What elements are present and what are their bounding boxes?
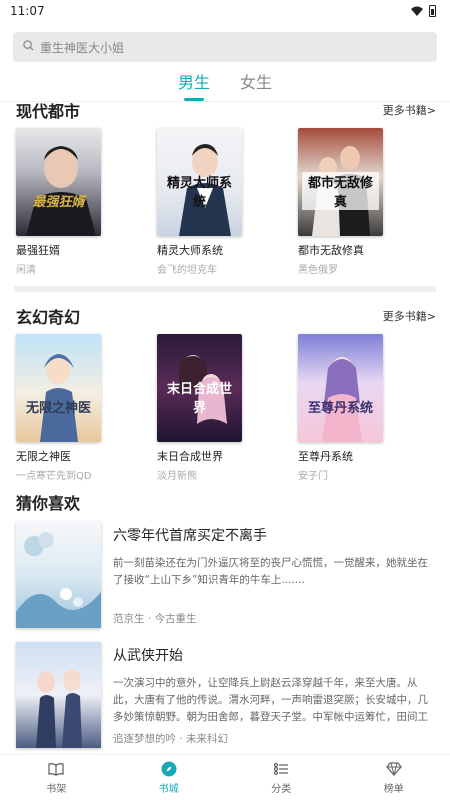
recommend-book-title: 六零年代首席买定不离手 <box>113 528 267 544</box>
diamond-icon <box>385 761 402 777</box>
nav-label: 书城 <box>158 783 179 795</box>
status-bar: 11:07 <box>0 0 450 22</box>
book-cover: 至尊丹系统 <box>298 334 383 442</box>
book-author: 黑色俄罗 <box>298 265 338 276</box>
book-card[interactable]: 都市无敌修真 都市无敌修真 黑色俄罗 <box>298 128 383 276</box>
more-books-link[interactable]: 更多书籍> <box>383 102 436 118</box>
book-cover: 最强狂婿 <box>16 128 101 236</box>
status-icons <box>411 5 436 17</box>
battery-icon <box>429 5 436 17</box>
cover-title: 最强狂婿 <box>32 195 85 210</box>
nav-bookstore[interactable]: 书城 <box>113 755 226 800</box>
book-title: 至尊丹系统 <box>298 450 353 463</box>
section-divider <box>14 286 436 292</box>
book-cover <box>16 642 101 748</box>
nav-label: 分类 <box>271 783 292 795</box>
tab-male[interactable]: 男生 <box>178 69 210 101</box>
recommend-item[interactable]: 六零年代首席买定不离手 前一刻苗染还在为门外逼仄将至的丧尸心慌慌，一觉醒来，她就… <box>0 522 450 628</box>
recommend-title: 猜你喜欢 <box>16 494 81 513</box>
tab-female[interactable]: 女生 <box>240 69 272 101</box>
nav-bookshelf[interactable]: 书架 <box>0 755 113 800</box>
book-title: 最强狂婿 <box>16 244 60 257</box>
book-title: 无限之神医 <box>16 450 71 463</box>
nav-label: 书架 <box>46 783 67 795</box>
section-title: 现代都市 <box>16 102 81 121</box>
recommend-book-desc: 一次演习中的意外，让空降兵上尉赵云泽穿越千年，来至大唐。从此，大唐有了他的传说。… <box>113 677 428 723</box>
section-title: 玄幻奇幻 <box>16 308 81 327</box>
section-fantasy: 玄幻奇幻 更多书籍> 无限之神医 无限之神医 一点寒芒先到QD 末日合成世界 末… <box>0 304 450 482</box>
wifi-icon <box>411 6 423 16</box>
book-cover: 精灵大师系统 <box>157 128 242 236</box>
gender-tabs: 男生 女生 <box>0 62 450 102</box>
cover-title: 精灵大师系统 <box>166 176 232 210</box>
section-modern-city: 现代都市 更多书籍> 最强狂婿 最强狂婿 闲清 精灵大师系统 精灵大师系统 会飞… <box>0 98 450 276</box>
book-author: 闲清 <box>16 265 36 276</box>
more-books-link[interactable]: 更多书籍> <box>383 308 436 324</box>
book-card[interactable]: 精灵大师系统 精灵大师系统 会飞的坦克车 <box>157 128 242 276</box>
book-card[interactable]: 至尊丹系统 至尊丹系统 安子门 <box>298 334 383 482</box>
cover-title: 末日合成世界 <box>166 382 232 416</box>
search-placeholder: 重生神医大小姐 <box>40 40 125 55</box>
recommend-book-desc: 前一刻苗染还在为门外逼仄将至的丧尸心慌慌，一觉醒来，她就坐在了接收“上山下乡”知… <box>113 557 428 586</box>
book-author: 安子门 <box>298 471 328 482</box>
status-time: 11:07 <box>10 4 45 18</box>
cover-title: 无限之神医 <box>25 401 91 416</box>
recommend-book-meta: 追逐梦想的吟 · 未来科幻 <box>113 733 229 745</box>
main-scroll[interactable]: 现代都市 更多书籍> 最强狂婿 最强狂婿 闲清 精灵大师系统 精灵大师系统 会飞… <box>0 98 450 754</box>
book-author: 会飞的坦克车 <box>157 265 217 276</box>
recommend-book-title: 从武侠开始 <box>113 648 183 664</box>
recommend-item[interactable]: 从武侠开始 一次演习中的意外，让空降兵上尉赵云泽穿越千年，来至大唐。从此，大唐有… <box>0 642 450 748</box>
bottom-nav: 书架 书城 分类 榜单 <box>0 754 450 800</box>
book-cover: 末日合成世界 <box>157 334 242 442</box>
nav-category[interactable]: 分类 <box>225 755 338 800</box>
nav-label: 榜单 <box>383 783 404 795</box>
book-card[interactable]: 末日合成世界 末日合成世界 淡月新熊 <box>157 334 242 482</box>
book-title: 末日合成世界 <box>157 450 223 463</box>
book-cover <box>16 522 101 628</box>
recommend-header: 猜你喜欢 <box>0 482 450 522</box>
recommend-book-meta: 范京生 · 今古重生 <box>113 613 197 625</box>
book-cover: 都市无敌修真 <box>298 128 383 236</box>
book-author: 一点寒芒先到QD <box>16 471 92 482</box>
search-icon <box>23 40 34 54</box>
category-list-icon <box>273 761 289 777</box>
book-card[interactable]: 无限之神医 无限之神医 一点寒芒先到QD <box>16 334 101 482</box>
search-input[interactable]: 重生神医大小姐 <box>13 32 437 62</box>
cover-title: 都市无敌修真 <box>302 172 379 210</box>
book-cover: 无限之神医 <box>16 334 101 442</box>
compass-icon <box>161 761 177 777</box>
book-title: 精灵大师系统 <box>157 244 223 257</box>
book-open-icon <box>48 761 64 777</box>
cover-title: 至尊丹系统 <box>307 401 373 416</box>
book-title: 都市无敌修真 <box>298 244 364 257</box>
book-author: 淡月新熊 <box>157 471 197 482</box>
book-card[interactable]: 最强狂婿 最强狂婿 闲清 <box>16 128 101 276</box>
nav-ranking[interactable]: 榜单 <box>338 755 450 800</box>
